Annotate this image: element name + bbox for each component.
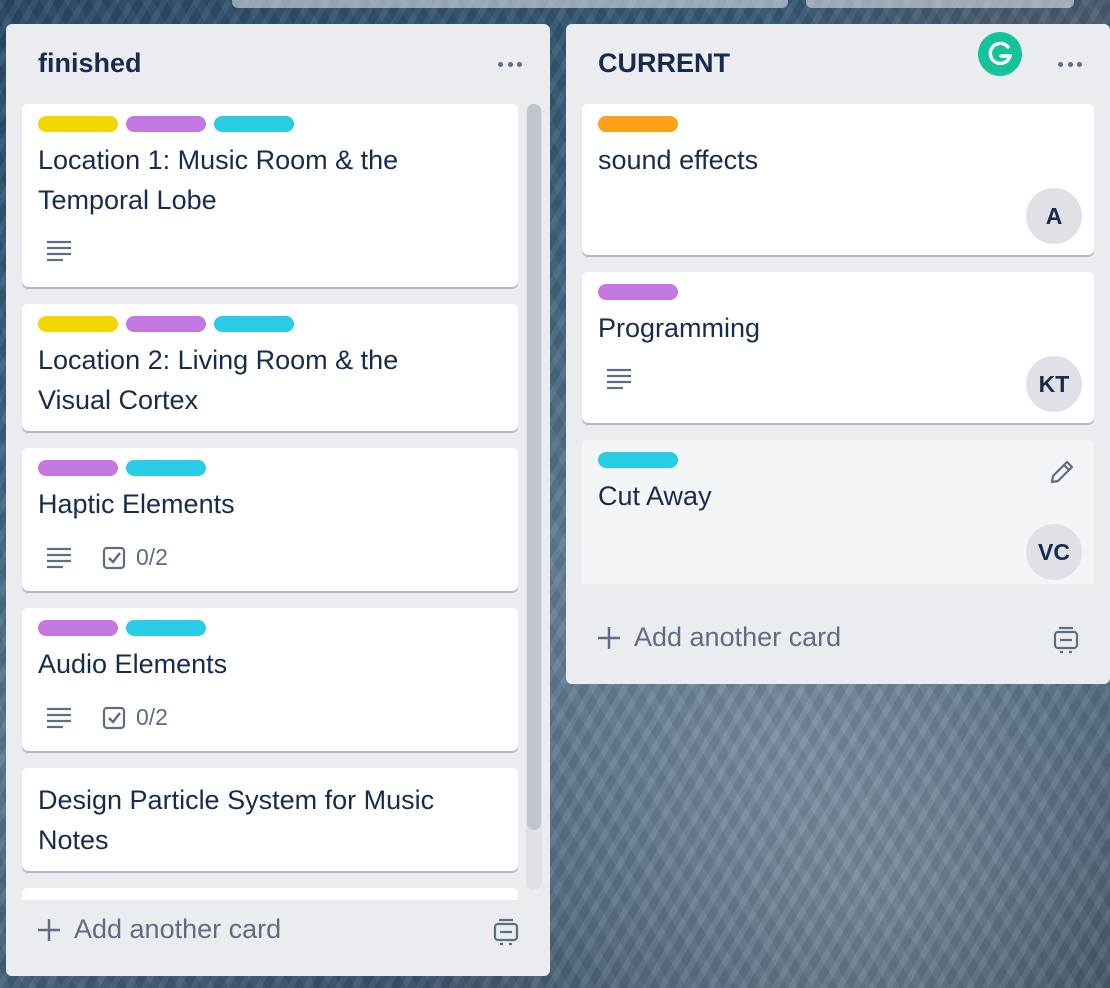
label-yellow[interactable] <box>38 116 118 132</box>
checklist-icon <box>102 546 126 569</box>
card-labels <box>38 116 294 132</box>
description-icon <box>607 368 631 390</box>
grammarly-icon[interactable] <box>978 32 1022 76</box>
list-title[interactable]: finished <box>38 48 142 79</box>
list-header: CURRENT <box>566 24 1110 104</box>
checklist-badge: 0/2 <box>102 704 168 731</box>
card-template-icon[interactable] <box>1052 626 1080 654</box>
label-yellow[interactable] <box>38 316 118 332</box>
card-list: Location 1: Music Room & the Temporal Lo… <box>22 104 518 900</box>
card[interactable]: Cut Away VC <box>582 440 1094 584</box>
label-sky[interactable] <box>214 316 294 332</box>
grammarly-g-icon <box>988 41 1013 66</box>
card-title: Location 1: Music Room & the Temporal Lo… <box>38 145 399 215</box>
dot-icon <box>1067 61 1073 67</box>
scrollbar-thumb[interactable] <box>527 104 541 830</box>
dot-icon <box>1058 61 1063 67</box>
label-sky[interactable] <box>126 620 206 636</box>
card[interactable]: Audio Elements 0/2 <box>22 608 518 751</box>
card-labels <box>598 452 678 468</box>
card-title: Cut Away <box>598 481 712 511</box>
card-badges: 0/2 <box>46 704 168 731</box>
plus-icon <box>598 626 620 649</box>
card-labels <box>38 460 206 476</box>
list-finished: finished Location 1: Music Room & the Te… <box>6 24 550 976</box>
description-icon <box>47 707 71 728</box>
label-purple[interactable] <box>126 116 206 132</box>
member-avatar[interactable]: KT <box>1026 356 1082 412</box>
card-labels <box>38 316 294 332</box>
label-sky[interactable] <box>214 116 294 132</box>
add-card-label: Add another card <box>74 914 282 944</box>
checklist-count: 0/2 <box>136 544 168 570</box>
label-purple[interactable] <box>38 460 118 476</box>
checklist-count: 0/2 <box>136 704 168 730</box>
description-badge <box>46 707 72 729</box>
label-purple[interactable] <box>38 620 118 636</box>
description-badge <box>46 240 72 262</box>
card-list: sound effects A Programming KT Cut Away … <box>582 104 1094 584</box>
list-scrollbar[interactable] <box>526 104 542 890</box>
add-card-button[interactable]: Add another card <box>596 622 841 653</box>
list-menu-button[interactable] <box>494 52 526 76</box>
list-current: CURRENT sound effects A Programming KT C… <box>566 24 1110 684</box>
dot-icon <box>498 61 503 67</box>
label-purple[interactable] <box>126 316 206 332</box>
label-sky[interactable] <box>126 460 206 476</box>
checklist-icon <box>102 706 126 729</box>
card[interactable] <box>22 888 518 900</box>
card-labels <box>38 620 206 636</box>
card-badges <box>46 240 72 262</box>
member-avatar[interactable]: A <box>1026 188 1082 244</box>
card[interactable]: Location 1: Music Room & the Temporal Lo… <box>22 104 518 287</box>
card[interactable]: Design Particle System for Music Notes <box>22 768 518 871</box>
board-header-fragment <box>806 0 1074 8</box>
member-avatar[interactable]: VC <box>1026 524 1082 580</box>
card-title: Audio Elements <box>38 649 228 679</box>
card-labels <box>598 116 678 132</box>
board-header-fragment <box>232 0 788 8</box>
description-icon <box>47 240 71 262</box>
dot-icon <box>507 61 513 67</box>
list-title[interactable]: CURRENT <box>598 48 730 79</box>
dot-icon <box>1077 61 1082 67</box>
card[interactable]: Location 2: Living Room & the Visual Cor… <box>22 304 518 431</box>
card-labels <box>598 284 678 300</box>
card-title: Location 2: Living Room & the Visual Cor… <box>38 345 399 415</box>
description-badge <box>606 368 632 390</box>
list-header: finished <box>6 24 550 104</box>
card-title: Programming <box>598 313 761 343</box>
add-card-label: Add another card <box>634 622 842 652</box>
card[interactable]: sound effects A <box>582 104 1094 255</box>
card-title: sound effects <box>598 145 759 175</box>
card[interactable]: Programming KT <box>582 272 1094 423</box>
checklist-badge: 0/2 <box>102 544 168 571</box>
label-orange[interactable] <box>598 116 678 132</box>
add-card-button[interactable]: Add another card <box>36 914 281 945</box>
plus-icon <box>38 918 60 941</box>
card-badges: 0/2 <box>46 544 168 571</box>
list-menu-button[interactable] <box>1054 52 1086 76</box>
description-icon <box>47 547 71 568</box>
label-purple[interactable] <box>598 284 678 300</box>
card-title: Design Particle System for Music Notes <box>38 785 435 855</box>
card[interactable]: Haptic Elements 0/2 <box>22 448 518 591</box>
dot-icon <box>517 61 522 67</box>
label-sky[interactable] <box>598 452 678 468</box>
card-badges <box>606 368 632 390</box>
card-title: Haptic Elements <box>38 489 235 519</box>
description-badge <box>46 547 72 569</box>
card-template-icon[interactable] <box>492 918 520 946</box>
